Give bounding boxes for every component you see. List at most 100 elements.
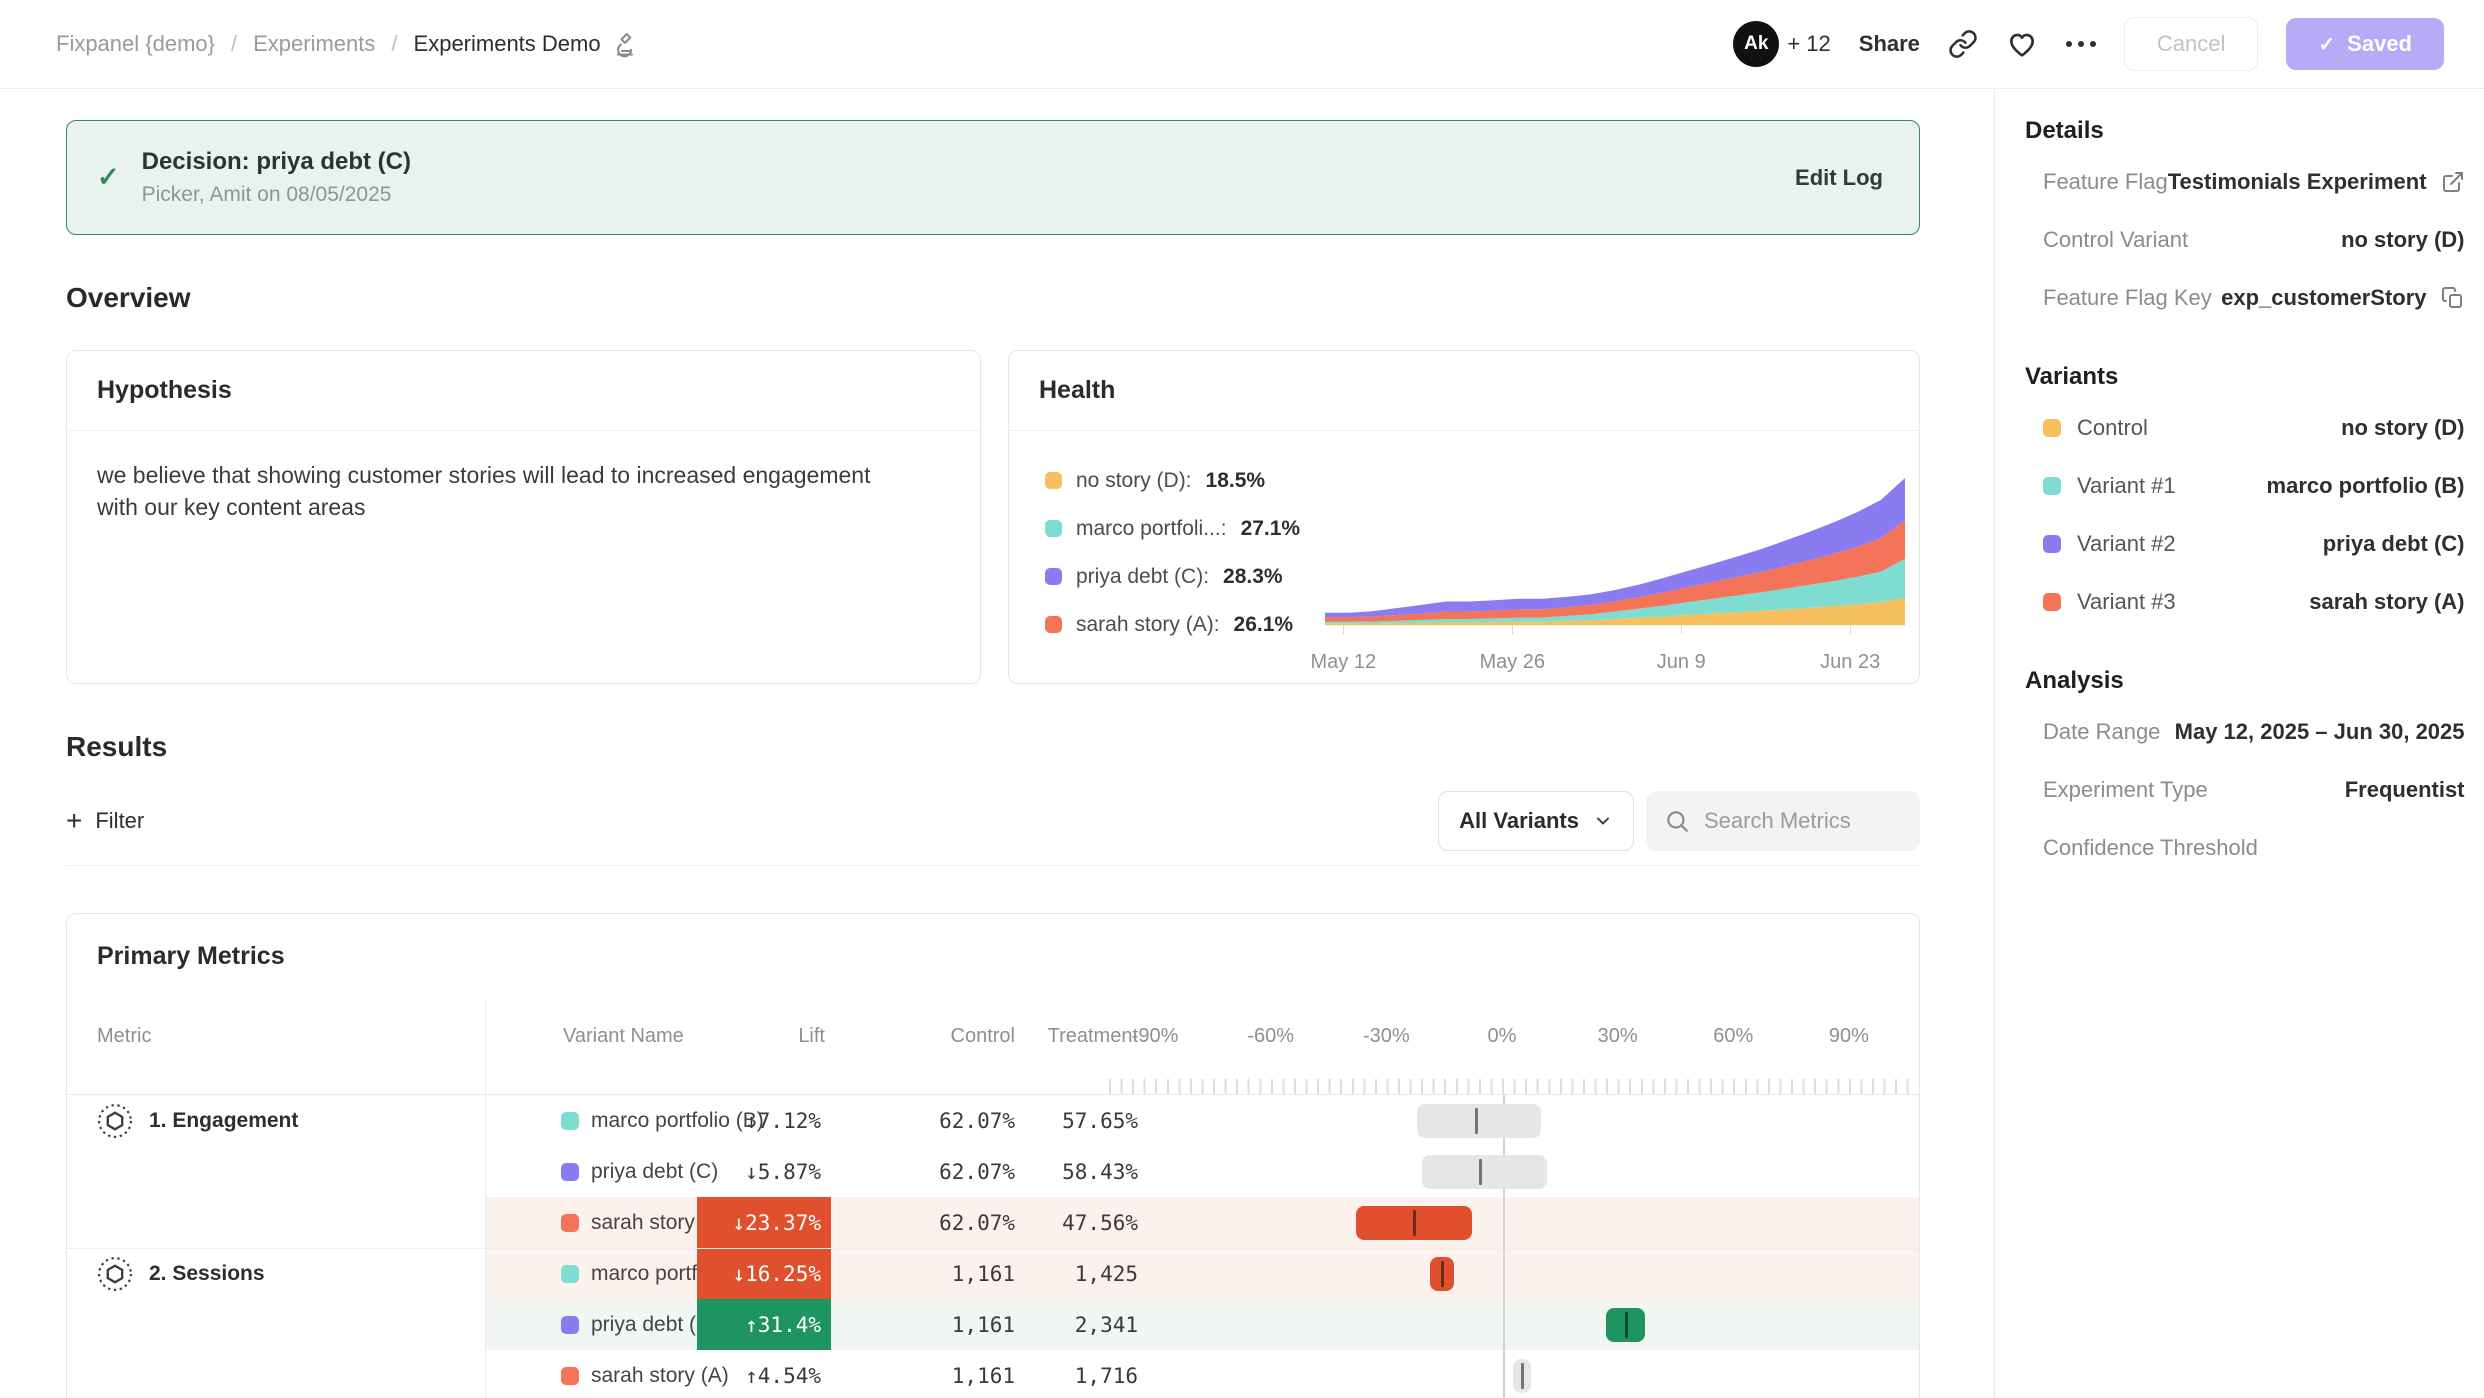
detail-value: no story (D)	[2341, 227, 2464, 253]
analysis-row: Confidence Threshold	[2025, 819, 2465, 877]
collaborators[interactable]: Ak + 12	[1733, 21, 1830, 67]
breadcrumb: Fixpanel {demo} / Experiments / Experime…	[56, 30, 639, 58]
metrics-table-header: Metric Variant Name Lift Control Treatme…	[67, 995, 1919, 1095]
saved-button[interactable]: ✓ Saved	[2286, 18, 2444, 70]
treatment-value: 2,341	[1018, 1313, 1138, 1337]
top-bar: Fixpanel {demo} / Experiments / Experime…	[0, 0, 2484, 89]
x-axis-tick	[1512, 625, 1513, 634]
confidence-interval-bar	[1422, 1155, 1547, 1189]
legend-value: 27.1%	[1241, 517, 1301, 541]
x-axis-tick	[1681, 625, 1682, 634]
variants-heading: Variants	[2025, 363, 2465, 391]
variant-row: marco portfolio (B)↓7.12%62.07%57.65%	[485, 1095, 1919, 1146]
legend-swatch	[1045, 616, 1062, 633]
lift-value: ↑31.4%	[697, 1299, 831, 1350]
analysis-row: Date RangeMay 12, 2025 – Jun 30, 2025	[2025, 703, 2465, 761]
overview-heading: Overview	[66, 282, 1920, 314]
copy-link-icon[interactable]	[1948, 29, 1978, 59]
ci-mean-tick	[1479, 1159, 1482, 1185]
axis-label: -90%	[1132, 1025, 1179, 1048]
metric-cell	[67, 1299, 485, 1350]
breadcrumb-experiments[interactable]: Experiments	[253, 31, 375, 57]
details-sidebar: Details Feature FlagTestimonials Experim…	[1994, 89, 2484, 1398]
legend-label: no story (D):	[1076, 469, 1192, 493]
cancel-button[interactable]: Cancel	[2124, 17, 2258, 71]
hypothesis-body: we believe that showing customer stories…	[67, 431, 947, 551]
edit-log-button[interactable]: Edit Log	[1795, 165, 1883, 191]
variant-row: priya debt (C)↓5.87%62.07%58.43%	[485, 1146, 1919, 1197]
x-axis-label: May 12	[1311, 651, 1377, 674]
breadcrumb-project[interactable]: Fixpanel {demo}	[56, 31, 215, 57]
variant-value: sarah story (A)	[2309, 589, 2464, 615]
search-metrics[interactable]	[1646, 791, 1920, 851]
treatment-value: 47.56%	[1018, 1211, 1138, 1235]
lift-value: ↓7.12%	[697, 1095, 831, 1146]
detail-label: Feature Flag Key	[2043, 285, 2212, 311]
share-button[interactable]: Share	[1859, 31, 1920, 57]
metric-cell	[67, 1197, 485, 1248]
variant-color-dot	[561, 1367, 579, 1385]
axis-label: 90%	[1829, 1025, 1869, 1048]
axis-label: 60%	[1713, 1025, 1753, 1048]
breadcrumb-current[interactable]: Experiments Demo	[414, 30, 639, 58]
favorite-heart-icon[interactable]	[2006, 28, 2038, 60]
detail-label: Control Variant	[2043, 227, 2188, 253]
health-card: Health no story (D): 18.5%marco portfoli…	[1008, 350, 1920, 684]
more-options-icon[interactable]	[2066, 41, 2096, 47]
target-icon	[97, 1103, 133, 1139]
hypothesis-card: Hypothesis we believe that showing custo…	[66, 350, 981, 684]
ci-mean-tick	[1441, 1261, 1444, 1287]
analysis-label: Experiment Type	[2043, 777, 2208, 803]
variant-label: Variant #1	[2077, 473, 2176, 499]
axis-label: 30%	[1598, 1025, 1638, 1048]
variant-row: Variant #3sarah story (A)	[2025, 573, 2465, 631]
lift-value: ↓23.37%	[697, 1197, 831, 1248]
analysis-heading: Analysis	[2025, 667, 2465, 695]
metric-name[interactable]: 2. Sessions	[97, 1256, 265, 1292]
variants-dropdown[interactable]: All Variants	[1438, 791, 1634, 851]
treatment-value: 57.65%	[1018, 1109, 1138, 1133]
table-row: sarah story (A)↓23.37%62.07%47.56%	[67, 1197, 1919, 1248]
metric-cell: 2. Sessions	[67, 1249, 485, 1299]
variant-row: priya debt (C)↑31.4%1,1612,341	[485, 1299, 1919, 1350]
legend-label: marco portfoli...:	[1076, 517, 1227, 541]
axis-ticks	[1109, 1079, 1915, 1094]
detail-row: Feature FlagTestimonials Experiment	[2025, 153, 2465, 211]
column-lift: Lift	[725, 1025, 825, 1048]
variant-row: marco portfolio (B)↓16.25%1,1611,425	[485, 1249, 1919, 1299]
search-icon	[1664, 808, 1690, 834]
analysis-value: May 12, 2025 – Jun 30, 2025	[2175, 719, 2465, 745]
details-heading: Details	[2025, 117, 2465, 145]
treatment-value: 1,716	[1018, 1364, 1138, 1388]
decision-subtitle: Picker, Amit on 08/05/2025	[142, 183, 411, 207]
microscope-icon	[611, 30, 639, 58]
variant-color-dot	[561, 1316, 579, 1334]
lift-value: ↓16.25%	[697, 1249, 831, 1299]
control-value: 62.07%	[905, 1211, 1015, 1235]
external-link-icon[interactable]	[2441, 170, 2465, 194]
metric-cell	[67, 1350, 485, 1398]
health-legend-item: priya debt (C): 28.3%	[1045, 561, 1309, 592]
x-axis-tick	[1850, 625, 1851, 634]
metric-name[interactable]: 1. Engagement	[97, 1103, 298, 1139]
analysis-value: Frequentist	[2345, 777, 2465, 803]
detail-value: Testimonials Experiment	[2168, 169, 2427, 195]
axis-label: 0%	[1488, 1025, 1517, 1048]
x-axis-label: Jun 9	[1657, 651, 1706, 674]
treatment-value: 58.43%	[1018, 1160, 1138, 1184]
divider	[66, 865, 1920, 866]
add-filter-button[interactable]: + Filter	[66, 808, 144, 834]
search-metrics-input[interactable]	[1704, 808, 1894, 834]
hypothesis-title: Hypothesis	[67, 351, 980, 431]
table-row: 1. Engagement marco portfolio (B)↓7.12%62…	[67, 1095, 1919, 1146]
breadcrumb-separator: /	[391, 31, 397, 57]
table-row: priya debt (C)↓5.87%62.07%58.43%	[67, 1146, 1919, 1197]
x-axis-tick	[1343, 625, 1344, 634]
health-legend-item: marco portfoli...: 27.1%	[1045, 513, 1309, 544]
variant-row: sarah story (A)↑4.54%1,1611,716	[485, 1350, 1919, 1398]
column-variant-name: Variant Name	[563, 1025, 684, 1048]
copy-icon[interactable]	[2441, 286, 2465, 310]
avatar[interactable]: Ak	[1733, 21, 1779, 67]
primary-metrics-title: Primary Metrics	[67, 914, 1919, 995]
table-row: sarah story (A)↑4.54%1,1611,716	[67, 1350, 1919, 1398]
